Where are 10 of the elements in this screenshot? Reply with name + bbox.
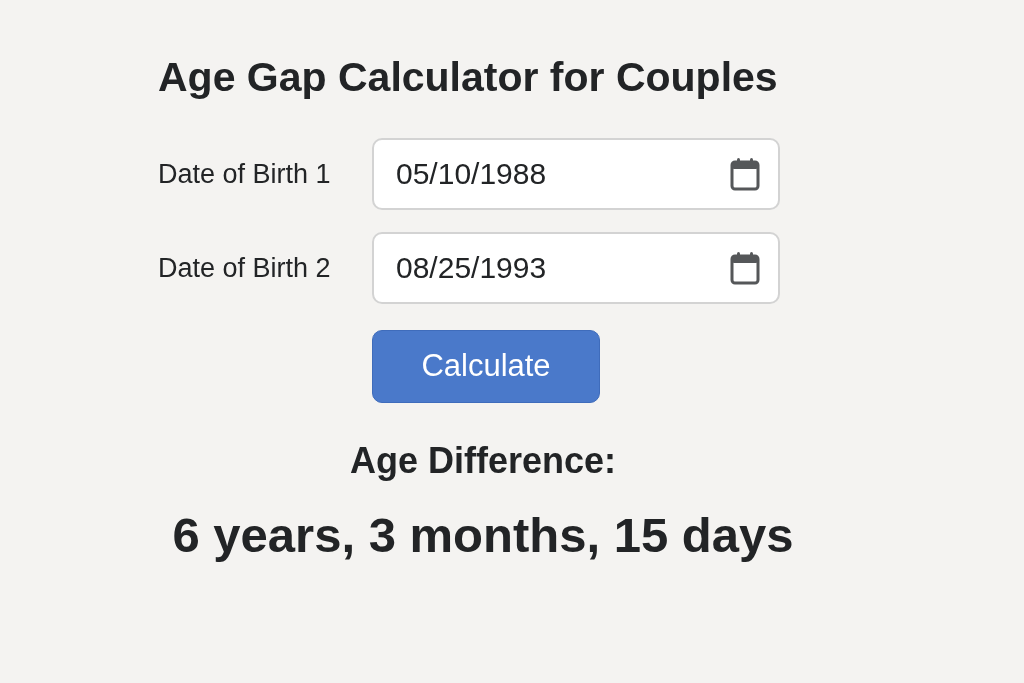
calculate-button[interactable]: Calculate xyxy=(372,330,600,403)
field-label: Date of Birth 1 xyxy=(158,158,332,190)
result-value: 6 years, 3 months, 15 days xyxy=(172,507,794,564)
calendar-icon xyxy=(730,251,760,285)
result-heading: Age Difference: xyxy=(349,439,617,483)
calendar-icon xyxy=(730,157,760,191)
date-input-field[interactable]: 08/25/1993 xyxy=(372,232,780,304)
page-title: Age Gap Calculator for Couples xyxy=(158,53,778,102)
field-label: Date of Birth 2 xyxy=(158,252,332,284)
date-input-field[interactable]: 05/10/1988 xyxy=(372,138,780,210)
